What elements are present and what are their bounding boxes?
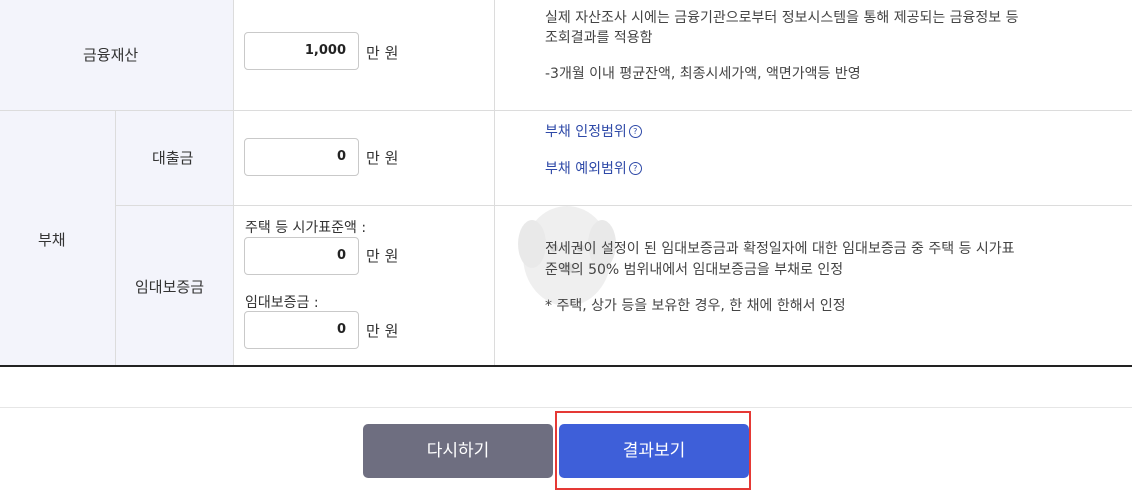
deposit-amount-label: 임대보증금 : <box>245 295 319 311</box>
debt-inclusion-link-text: 부채 인정범위 <box>545 124 627 140</box>
footer-divider <box>0 407 1132 408</box>
divider-v-desc <box>494 0 495 365</box>
debt-exclusion-link[interactable]: 부채 예외범위? <box>545 158 642 178</box>
deposit-label: 임대보증금 <box>135 278 205 296</box>
debt-inclusion-link[interactable]: 부채 인정범위? <box>545 121 642 141</box>
financial-input[interactable]: 1,000 <box>244 32 359 70</box>
divider-h-financial <box>0 110 1132 111</box>
financial-label: 금융재산 <box>83 46 139 64</box>
loan-input[interactable]: 0 <box>244 138 359 176</box>
financial-unit: 만 원 <box>366 44 399 62</box>
deposit-amount-unit: 만 원 <box>366 322 399 340</box>
divider-v-sub <box>115 110 116 365</box>
debt-exclusion-link-text: 부채 예외범위 <box>545 161 627 177</box>
financial-desc-line2: 조회결과를 적용함 <box>545 30 653 46</box>
deposit-amount-input[interactable]: 0 <box>244 311 359 349</box>
table-bottom-border <box>0 365 1132 367</box>
deposit-desc-line3: * 주택, 상가 등을 보유한 경우, 한 채에 한해서 인정 <box>545 298 846 314</box>
reset-button[interactable]: 다시하기 <box>363 424 553 478</box>
market-price-unit: 만 원 <box>366 247 399 265</box>
market-price-label: 주택 등 시가표준액 : <box>245 220 367 236</box>
deposit-desc-line1: 전세권이 설정이 된 임대보증금과 확정일자에 대한 임대보증금 중 주택 등 … <box>545 241 1015 257</box>
debt-label: 부채 <box>38 231 66 249</box>
financial-desc-line3: -3개월 이내 평균잔액, 최종시세가액, 액면가액등 반영 <box>545 66 861 82</box>
help-icon: ? <box>628 125 642 138</box>
help-icon: ? <box>628 162 642 175</box>
market-price-input[interactable]: 0 <box>244 237 359 275</box>
divider-v-label <box>233 0 234 365</box>
divider-h-loan <box>115 205 1132 206</box>
financial-desc-line1: 실제 자산조사 시에는 금융기관으로부터 정보시스템을 통해 제공되는 금융정보… <box>545 10 1019 26</box>
result-button[interactable]: 결과보기 <box>559 424 749 478</box>
loan-unit: 만 원 <box>366 149 399 167</box>
loan-label: 대출금 <box>152 149 194 167</box>
deposit-desc-line2: 준액의 50% 범위내에서 임대보증금을 부채로 인정 <box>545 262 844 278</box>
